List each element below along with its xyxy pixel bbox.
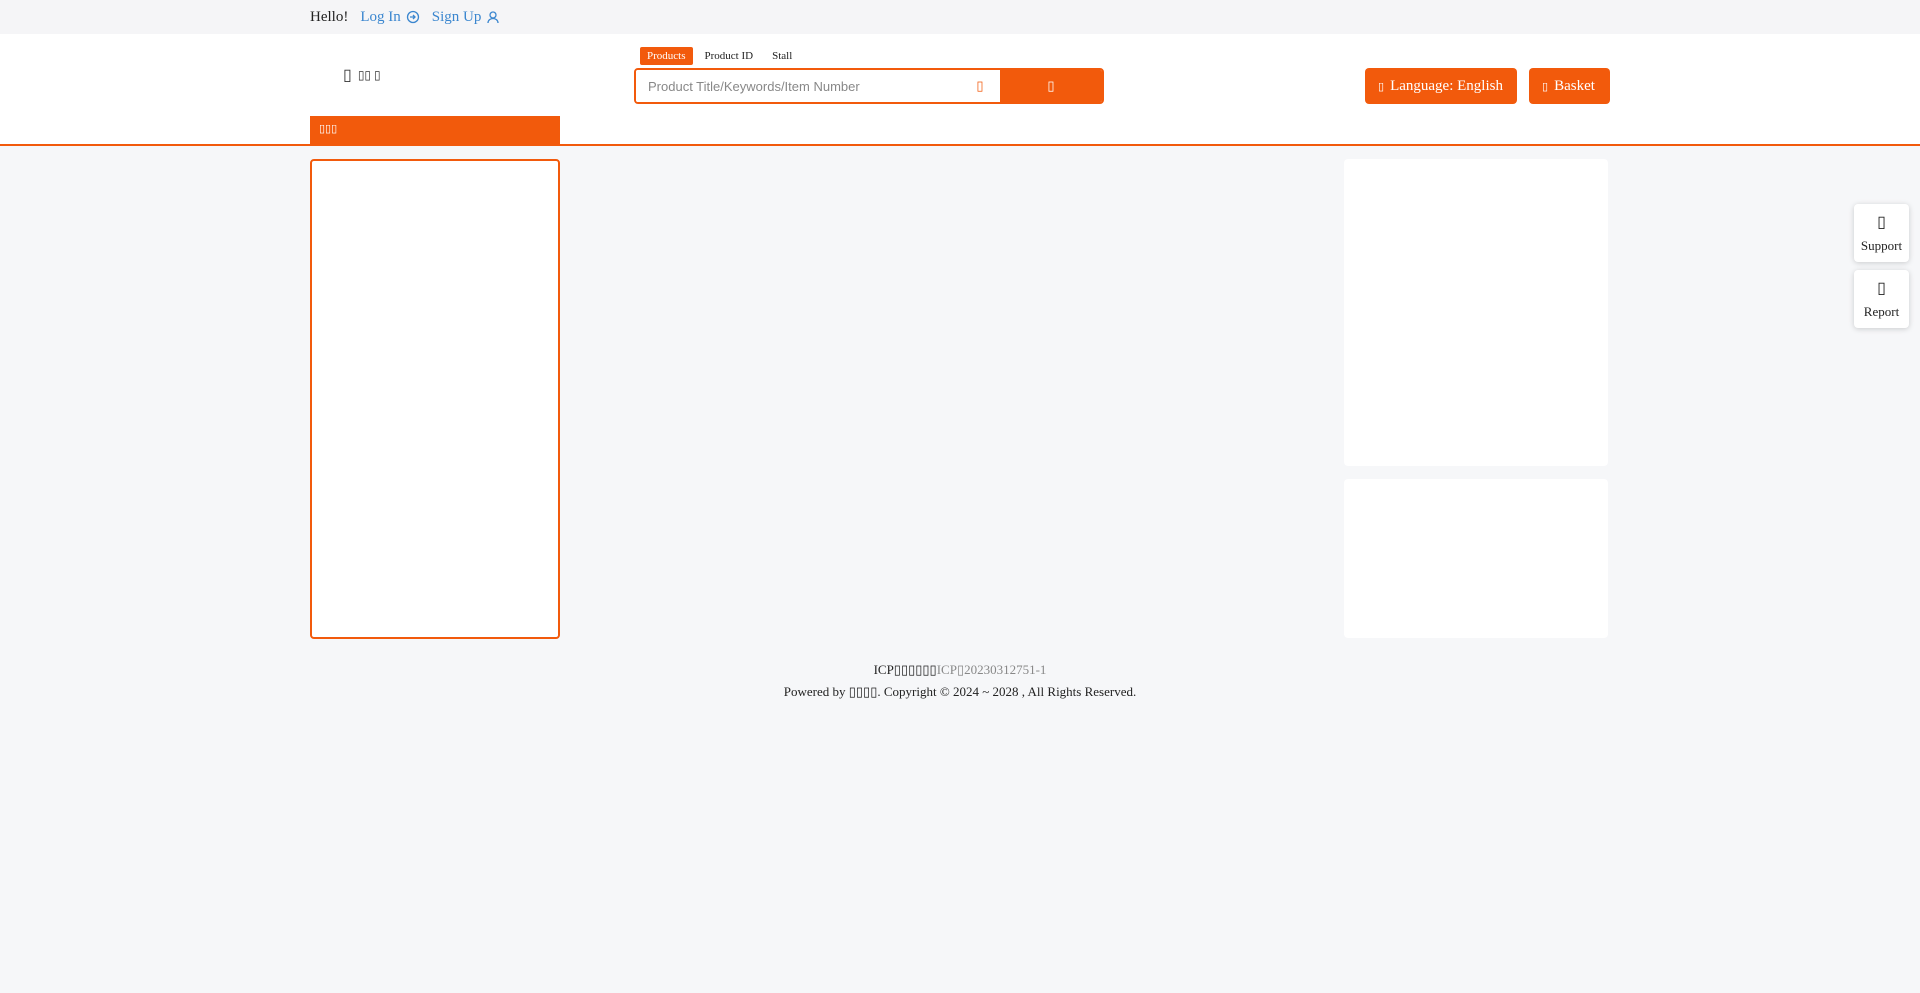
footer-copyright: Powered by ▯▯▯▯. Copyright © 2024 ~ 2028… [0, 684, 1920, 700]
site-header: ▯ ▯▯ ▯ Products Product ID Stall ▯ ▯ ▯ L… [0, 34, 1920, 146]
logo-text: ▯▯ ▯ [357, 67, 381, 82]
side-card-bottom [1344, 479, 1608, 638]
site-logo[interactable]: ▯ ▯▯ ▯ [343, 65, 381, 85]
search-tabs: Products Product ID Stall [640, 47, 804, 65]
flag-icon: ▯ [1877, 280, 1886, 297]
search-button[interactable]: ▯ [1000, 70, 1102, 102]
language-label: Language: English [1390, 77, 1503, 94]
tab-product-id[interactable]: Product ID [698, 47, 761, 65]
side-card-top [1344, 159, 1608, 466]
greeting-text: Hello! [310, 8, 349, 25]
category-header[interactable]: ▯▯▯ [310, 116, 560, 144]
search-icon: ▯ [1047, 78, 1055, 93]
report-label: Report [1863, 304, 1900, 319]
category-panel [310, 159, 560, 639]
language-button[interactable]: ▯ Language: English [1365, 68, 1517, 104]
headset-icon: ▯ [1877, 214, 1886, 231]
cart-icon: ▯ [1542, 80, 1549, 93]
footer-icp: ICP▯▯▯▯▯▯ICP▯20230312751-1 [0, 662, 1920, 678]
tab-products[interactable]: Products [640, 47, 693, 65]
search-input[interactable] [636, 70, 960, 102]
login-label: Log In [360, 8, 401, 25]
tab-stall[interactable]: Stall [765, 47, 799, 65]
copyright-text: Powered by ▯▯▯▯. Copyright © 2024 ~ 2028… [783, 684, 1137, 699]
basket-button[interactable]: ▯ Basket [1529, 68, 1610, 104]
camera-icon[interactable]: ▯ [960, 70, 1000, 102]
login-link[interactable]: Log In [360, 9, 419, 26]
login-icon [406, 10, 419, 24]
signup-label: Sign Up [431, 8, 482, 25]
globe-icon: ▯ [1378, 80, 1385, 93]
top-bar: Hello! Log In Sign Up [0, 0, 1920, 34]
support-label: Support [1860, 238, 1903, 253]
basket-label: Basket [1554, 77, 1595, 94]
icp-label: ICP▯▯▯▯▯▯ [873, 662, 937, 677]
support-button[interactable]: ▯ Support [1854, 204, 1909, 262]
icp-number-link[interactable]: ICP▯20230312751-1 [937, 662, 1047, 677]
category-header-label: ▯▯▯ [319, 123, 338, 135]
user-icon [487, 11, 499, 24]
logo-icon: ▯ [343, 67, 352, 84]
top-bar-inner: Hello! Log In Sign Up [310, 0, 512, 34]
search-box: ▯ ▯ [634, 68, 1104, 104]
report-button[interactable]: ▯ Report [1854, 270, 1909, 328]
signup-link[interactable]: Sign Up [432, 9, 501, 26]
